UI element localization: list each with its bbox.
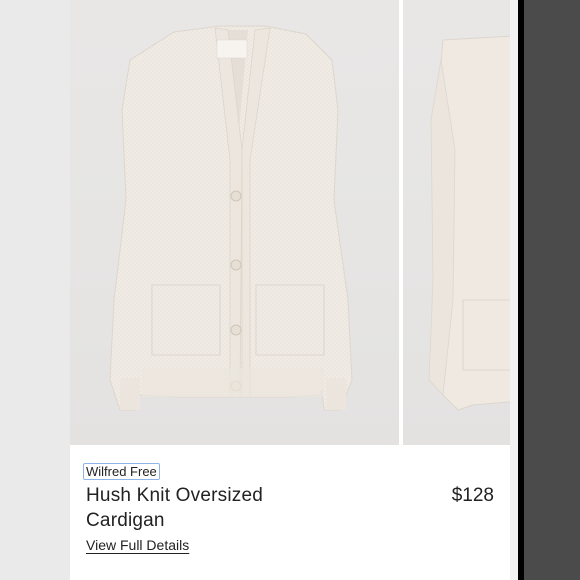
product-card: Wilfred Free Hush Knit Oversized Cardiga… [70, 0, 510, 580]
gallery-image-side[interactable] [403, 0, 510, 445]
backdrop-right [510, 0, 580, 580]
product-price: $128 [451, 485, 494, 506]
backdrop-left [0, 0, 70, 580]
gallery-image-front[interactable] [70, 0, 399, 445]
image-gallery[interactable] [70, 0, 510, 445]
product-info: Wilfred Free Hush Knit Oversized Cardiga… [70, 445, 510, 580]
view-full-details-link[interactable]: View Full Details [86, 537, 189, 553]
cardigan-side-photo [428, 35, 510, 411]
brand-name[interactable]: Wilfred Free [83, 463, 160, 480]
cardigan-front-photo [109, 25, 353, 411]
product-title: Hush Knit Oversized Cardigan [86, 485, 263, 531]
